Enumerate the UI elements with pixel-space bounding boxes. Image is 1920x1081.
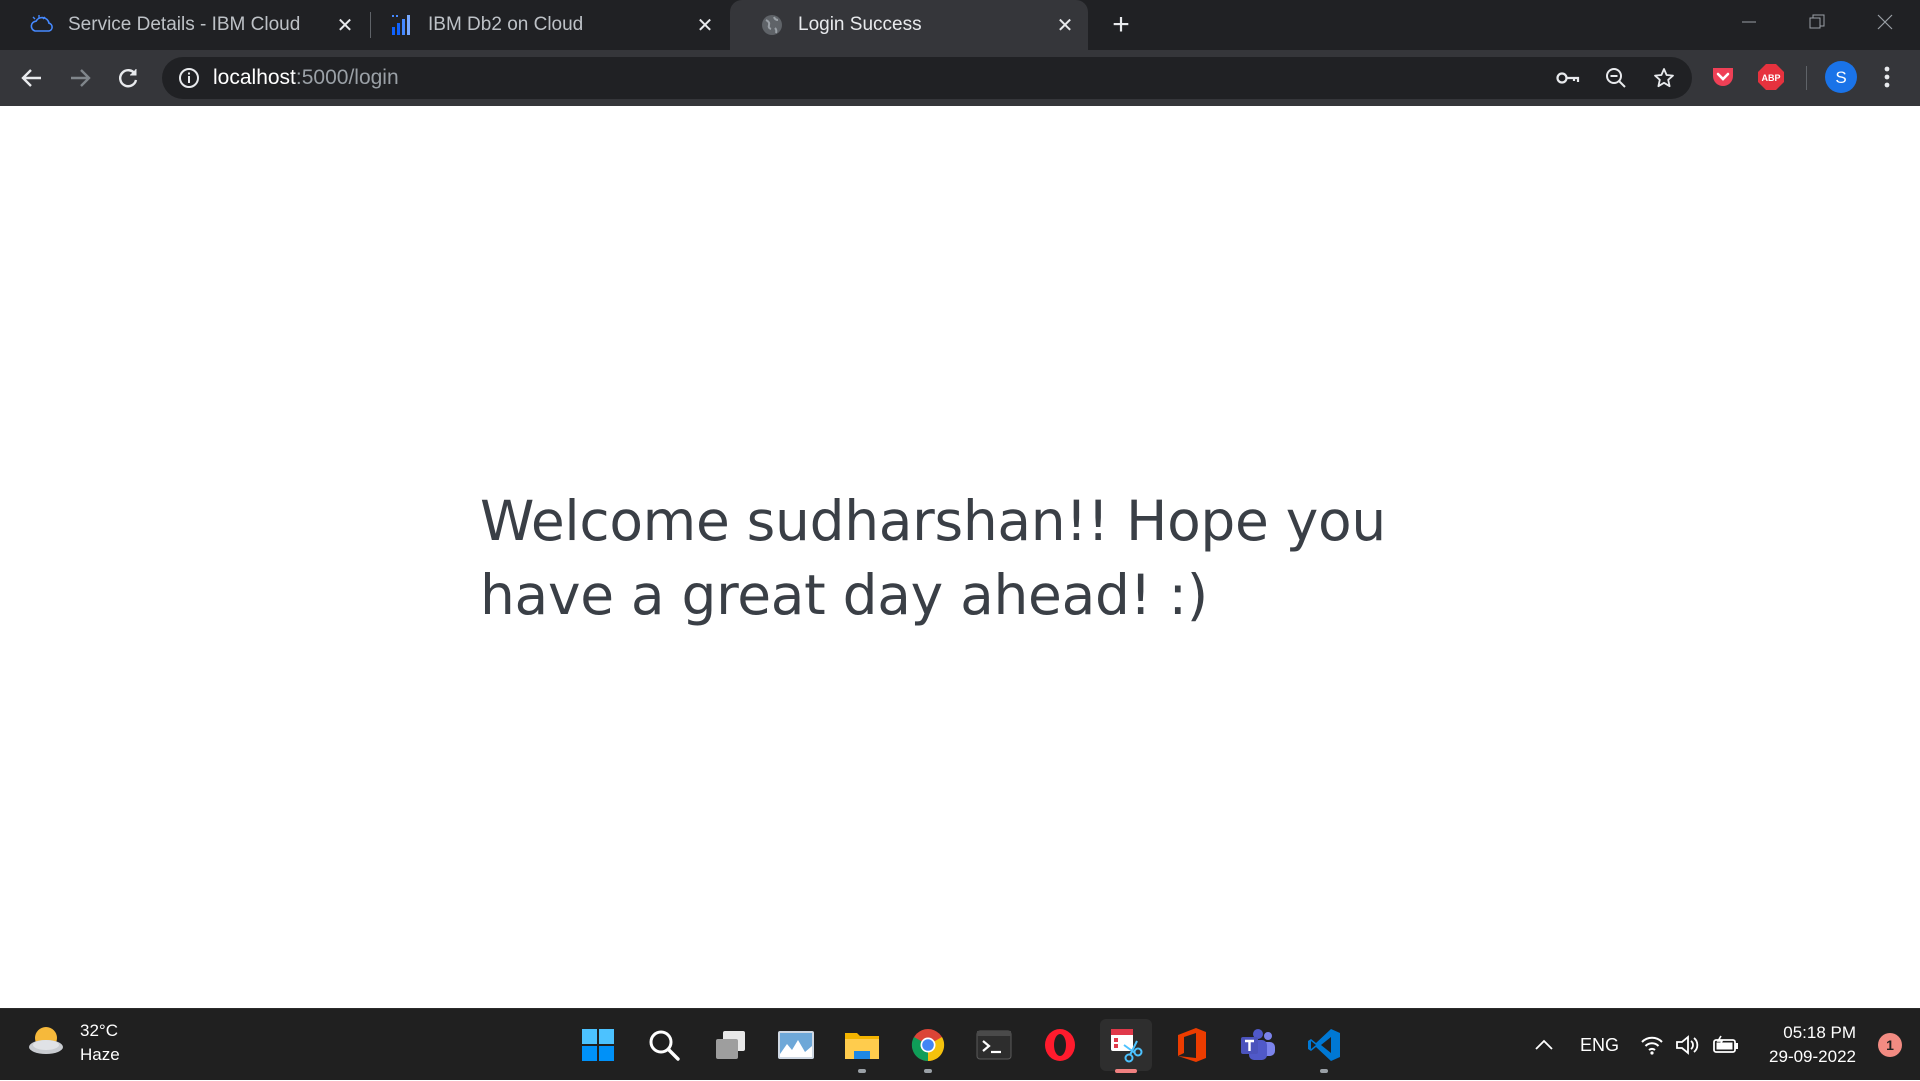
vscode-icon[interactable] [1298,1019,1350,1073]
url-text: localhost:5000/login [213,66,399,90]
abp-label: ABP [1761,73,1780,83]
tab-title: Service Details - IBM Cloud [68,14,301,35]
notification-badge[interactable]: 1 [1878,1033,1902,1057]
weather-haze-icon [26,1021,66,1066]
snipping-tool-icon[interactable] [1100,1019,1152,1073]
minimize-button[interactable] [1715,0,1783,44]
url-path: :5000/login [295,66,399,89]
menu-kebab-icon[interactable] [1872,62,1902,92]
tab-login-success[interactable]: Login Success ✕ [730,0,1088,50]
page-content: Welcome sudharshan!! Hope you have a gre… [0,106,1920,1008]
profile-initial: S [1835,68,1846,87]
adblock-plus-icon[interactable]: ABP [1756,62,1786,92]
opera-icon[interactable] [1034,1019,1086,1071]
chrome-icon[interactable] [902,1019,954,1073]
weather-widget[interactable]: 32°C Haze [26,1019,120,1067]
tray-chevron-icon[interactable] [1534,1009,1554,1081]
close-icon[interactable]: ✕ [1052,12,1078,38]
welcome-message: Welcome sudharshan!! Hope you have a gre… [480,489,1386,627]
browser-toolbar: localhost:5000/login ABP S [0,50,1920,106]
toolbar-divider [1806,66,1807,90]
forward-button[interactable] [60,58,100,98]
battery-icon[interactable] [1712,1009,1740,1081]
windows-start-icon[interactable] [572,1019,624,1071]
weather-temperature: 32°C [80,1021,118,1040]
tab-db2[interactable]: IBM Db2 on Cloud ✕ [360,0,728,50]
tab-service-details[interactable]: Service Details - IBM Cloud ✕ [0,0,368,50]
system-clock[interactable]: 05:18 PM 29-09-2022 [1769,1021,1856,1069]
running-indicator [858,1069,866,1073]
taskbar: 32°C Haze ENG 05:18 PM 29-09-2022 1 [0,1008,1920,1080]
running-indicator [924,1069,932,1073]
tab-title: IBM Db2 on Cloud [428,14,584,35]
office-icon[interactable] [1166,1019,1218,1071]
running-indicator [1320,1069,1328,1073]
close-icon[interactable]: ✕ [692,12,718,38]
profile-avatar[interactable]: S [1823,59,1859,95]
globe-icon [760,13,784,37]
info-icon[interactable] [178,67,200,89]
terminal-icon[interactable] [968,1019,1020,1071]
clock-time: 05:18 PM [1783,1023,1856,1042]
zoom-icon[interactable] [1604,66,1628,90]
language-indicator[interactable]: ENG [1580,1009,1619,1081]
teams-icon[interactable] [1232,1019,1284,1071]
pocket-icon[interactable] [1708,62,1738,92]
restore-button[interactable] [1783,0,1851,44]
wifi-icon[interactable] [1640,1009,1664,1081]
tab-title: Login Success [798,14,922,35]
close-icon[interactable]: ✕ [332,12,358,38]
task-view-icon[interactable] [704,1019,756,1071]
ibm-cloud-icon [30,13,54,37]
reload-button[interactable] [108,58,148,98]
new-tab-button[interactable]: + [1104,8,1138,42]
back-button[interactable] [12,58,52,98]
close-window-button[interactable] [1851,0,1919,44]
weather-condition: Haze [80,1045,120,1064]
tab-strip: Service Details - IBM Cloud ✕ IBM Db2 on… [0,0,1920,50]
search-icon[interactable] [638,1019,690,1071]
clock-date: 29-09-2022 [1769,1047,1856,1066]
file-explorer-icon[interactable] [836,1019,888,1073]
address-bar[interactable]: localhost:5000/login [162,57,1692,99]
active-indicator [1115,1069,1137,1073]
volume-icon[interactable] [1675,1009,1701,1081]
bookmark-star-icon[interactable] [1652,66,1676,90]
db2-icon [390,13,414,37]
key-icon[interactable] [1556,66,1580,90]
photos-icon[interactable] [770,1019,822,1071]
url-host: localhost [213,66,296,89]
